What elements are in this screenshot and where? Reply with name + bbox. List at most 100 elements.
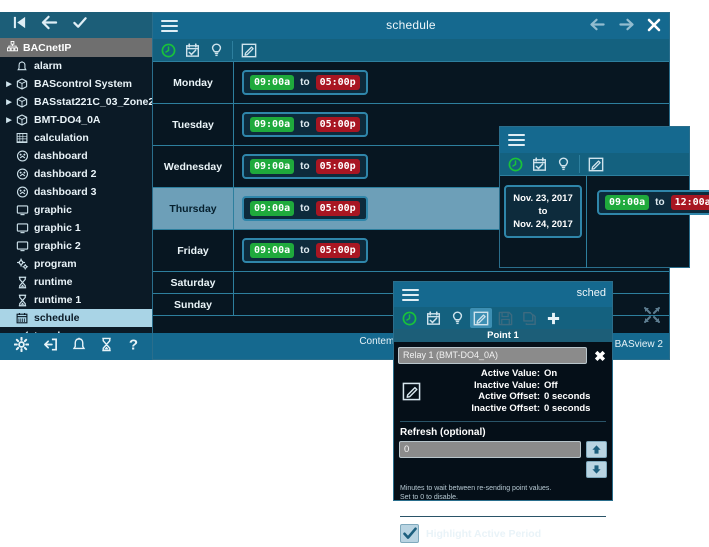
- period-to-label: to: [300, 77, 309, 88]
- refresh-increment-button[interactable]: [586, 441, 607, 458]
- bell-icon[interactable]: [72, 337, 86, 357]
- period-to-label: to: [300, 119, 309, 130]
- sidebar-item-dashboard[interactable]: dashboard: [0, 147, 152, 165]
- time-period-chip[interactable]: 09:00ato05:00p: [242, 196, 368, 221]
- hourglass-icon[interactable]: [100, 337, 113, 357]
- sidebar-item-label: dashboard 3: [34, 186, 96, 198]
- edit-icon[interactable]: [238, 40, 260, 60]
- sidebar-item-label: graphic: [34, 204, 72, 216]
- sidebar-item-dashboard-3[interactable]: dashboard 3: [0, 183, 152, 201]
- chevron-right-icon[interactable]: ▶: [4, 116, 14, 124]
- hourglass-icon: [14, 294, 30, 307]
- lightbulb-icon[interactable]: [446, 308, 468, 328]
- sidebar-top-toolbar: [0, 12, 152, 38]
- refresh-label: Refresh (optional): [394, 425, 612, 441]
- lightbulb-icon[interactable]: [205, 40, 227, 60]
- day-label: Saturday: [153, 272, 234, 293]
- device-icon: [14, 114, 30, 126]
- exception-period-cell: 09:00a to 12:00a: [587, 176, 709, 268]
- check-icon[interactable]: [72, 15, 88, 35]
- sidebar-tree: alarm▶BAScontrol System▶BASstat221C_03_Z…: [0, 57, 152, 345]
- sidebar-root-label: BACnetIP: [23, 42, 71, 54]
- period-end-time: 12:00a: [671, 195, 709, 210]
- period-to-label: to: [300, 161, 309, 172]
- chevron-right-icon[interactable]: ▶: [4, 80, 14, 88]
- logout-icon[interactable]: [43, 337, 58, 357]
- clock-icon[interactable]: [398, 308, 420, 328]
- sidebar-item-dashboard-2[interactable]: dashboard 2: [0, 165, 152, 183]
- point-value-row: Active Offset:0 seconds: [428, 391, 606, 403]
- schedule-period-cell[interactable]: 09:00ato05:00p: [234, 62, 669, 103]
- lightbulb-icon[interactable]: [552, 154, 574, 174]
- edit-icon[interactable]: [470, 308, 492, 328]
- highlight-active-period-checkbox[interactable]: [400, 524, 419, 543]
- clock-icon[interactable]: [504, 154, 526, 174]
- grid-icon: [14, 132, 30, 144]
- back-arrow-icon[interactable]: [41, 15, 58, 35]
- monitor-icon: [14, 204, 30, 216]
- sidebar-item-bmt-do4-0a[interactable]: ▶BMT-DO4_0A: [0, 111, 152, 129]
- sidebar-root-node[interactable]: BACnetIP: [0, 38, 152, 57]
- help-icon[interactable]: ?: [127, 336, 140, 357]
- sidebar-item-schedule[interactable]: schedule: [0, 309, 152, 327]
- period-start-time: 09:00a: [250, 201, 294, 216]
- schedule-row[interactable]: Monday09:00ato05:00p: [153, 62, 669, 104]
- hourglass-icon: [14, 276, 30, 289]
- point-value-row: Inactive Offset:0 seconds: [428, 403, 606, 415]
- sidebar-item-runtime[interactable]: runtime: [0, 273, 152, 291]
- clock-icon[interactable]: [157, 40, 179, 60]
- clear-point-icon[interactable]: ✖: [592, 349, 608, 363]
- sidebar-item-calculation[interactable]: calculation: [0, 129, 152, 147]
- refresh-input[interactable]: 0: [399, 441, 581, 458]
- exception-date-column: Nov. 23, 2017 to Nov. 24, 2017: [500, 176, 587, 268]
- navigation-sidebar: BACnetIP alarm▶BAScontrol System▶BASstat…: [0, 12, 152, 360]
- nav-back-icon[interactable]: [589, 17, 606, 37]
- sidebar-item-graphic-2[interactable]: graphic 2: [0, 237, 152, 255]
- close-icon[interactable]: [647, 18, 661, 37]
- gear-icon[interactable]: [14, 337, 29, 357]
- nav-forward-icon[interactable]: [618, 17, 635, 37]
- sidebar-item-graphic-1[interactable]: graphic 1: [0, 219, 152, 237]
- calendar-check-icon[interactable]: [528, 154, 550, 174]
- schedule-toolbar: [153, 39, 669, 61]
- period-end-time: 05:00p: [316, 75, 360, 90]
- time-period-chip[interactable]: 09:00a to 12:00a: [597, 190, 709, 215]
- day-label: Monday: [153, 62, 234, 103]
- calendar-check-icon[interactable]: [181, 40, 203, 60]
- time-period-chip[interactable]: 09:00ato05:00p: [242, 112, 368, 137]
- sidebar-item-bascontrol-system[interactable]: ▶BAScontrol System: [0, 75, 152, 93]
- refresh-help-line2: Set to 0 to disable.: [400, 493, 606, 502]
- calendar-check-icon[interactable]: [422, 308, 444, 328]
- refresh-decrement-button[interactable]: [586, 461, 607, 478]
- sidebar-item-label: runtime: [34, 276, 73, 288]
- edit-values-icon[interactable]: [400, 382, 422, 401]
- point-select[interactable]: Relay 1 (BMT-DO4_0A): [398, 347, 587, 364]
- edit-icon[interactable]: [585, 154, 607, 174]
- skip-to-start-icon[interactable]: [12, 15, 27, 35]
- sidebar-item-basstat221c-03-zone2[interactable]: ▶BASstat221C_03_Zone2: [0, 93, 152, 111]
- exception-toolbar: [500, 153, 689, 175]
- sidebar-item-program[interactable]: program: [0, 255, 152, 273]
- sidebar-item-label: calculation: [34, 132, 89, 144]
- copy-icon[interactable]: [518, 308, 540, 328]
- sidebar-item-label: dashboard: [34, 150, 88, 162]
- sidebar-item-runtime-1[interactable]: runtime 1: [0, 291, 152, 309]
- add-icon[interactable]: [542, 308, 564, 328]
- menu-icon[interactable]: [402, 289, 419, 301]
- point-dialog-subtitle: Point 1: [394, 329, 612, 342]
- exception-date-to-word: to: [513, 205, 573, 218]
- menu-icon[interactable]: [508, 134, 525, 146]
- chevron-right-icon[interactable]: ▶: [4, 98, 14, 106]
- time-period-chip[interactable]: 09:00ato05:00p: [242, 238, 368, 263]
- exception-date-range[interactable]: Nov. 23, 2017 to Nov. 24, 2017: [504, 185, 582, 238]
- time-period-chip[interactable]: 09:00ato05:00p: [242, 154, 368, 179]
- expand-icon[interactable]: [643, 306, 661, 329]
- sidebar-item-graphic[interactable]: graphic: [0, 201, 152, 219]
- divider: [232, 41, 233, 59]
- save-icon[interactable]: [494, 308, 516, 328]
- gears-icon: [14, 258, 30, 270]
- sidebar-item-alarm[interactable]: alarm: [0, 57, 152, 75]
- exception-schedule-panel: Nov. 23, 2017 to Nov. 24, 2017 09:00a to…: [499, 126, 690, 268]
- exception-titlebar: [500, 127, 689, 153]
- time-period-chip[interactable]: 09:00ato05:00p: [242, 70, 368, 95]
